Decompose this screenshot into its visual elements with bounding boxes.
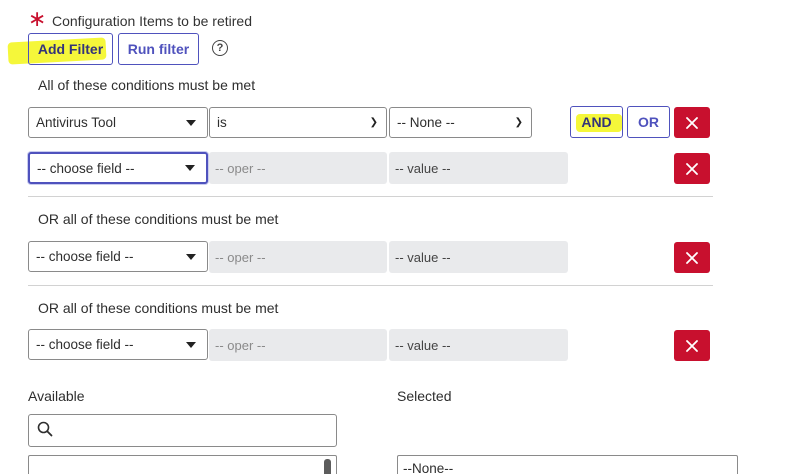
delete-condition-button[interactable] — [674, 242, 710, 273]
field-select-value: -- choose field -- — [36, 249, 134, 264]
question-circle-icon[interactable]: ? — [212, 40, 228, 56]
close-icon — [686, 162, 698, 175]
available-list[interactable] — [28, 455, 337, 474]
field-select[interactable]: -- choose field -- — [28, 329, 208, 360]
divider — [28, 285, 713, 286]
delete-condition-button[interactable] — [674, 330, 710, 361]
selected-label: Selected — [397, 388, 452, 404]
field-select-value: Antivirus Tool — [36, 115, 117, 130]
or-button[interactable]: OR — [627, 106, 670, 138]
value-select[interactable]: -- None -- ❯ — [389, 107, 532, 138]
operator-select[interactable]: is ❯ — [209, 107, 387, 138]
operator-select-value: is — [217, 115, 227, 130]
close-icon — [686, 339, 698, 352]
value-field-disabled: -- value -- — [389, 329, 568, 361]
operator-field-disabled: -- oper -- — [209, 329, 387, 361]
field-select[interactable]: -- choose field -- — [28, 152, 208, 184]
delete-condition-button[interactable] — [674, 107, 710, 138]
caret-down-icon — [186, 253, 196, 260]
caret-down-icon — [186, 119, 196, 126]
run-filter-button[interactable]: Run filter — [118, 33, 199, 65]
caret-down-icon — [186, 341, 196, 348]
condition-group-heading: All of these conditions must be met — [38, 77, 256, 93]
value-field-disabled: -- value -- — [389, 152, 568, 184]
delete-condition-button[interactable] — [674, 153, 710, 184]
chevron-down-icon: ❯ — [514, 116, 523, 128]
available-search-input[interactable] — [28, 414, 337, 447]
and-button[interactable]: AND — [570, 106, 623, 138]
page-title: Configuration Items to be retired — [52, 13, 252, 29]
field-select-value: -- choose field -- — [36, 337, 134, 352]
value-select-value: -- None -- — [397, 115, 455, 130]
value-field-disabled: -- value -- — [389, 241, 568, 273]
chevron-down-icon: ❯ — [369, 116, 378, 128]
close-icon — [686, 116, 698, 129]
search-icon — [37, 421, 53, 437]
field-select-value: -- choose field -- — [37, 160, 135, 176]
scrollbar-thumb[interactable] — [324, 459, 331, 474]
caret-down-icon — [185, 165, 195, 171]
available-label: Available — [28, 388, 85, 404]
list-item[interactable]: --None-- — [403, 461, 453, 474]
condition-group-heading: OR all of these conditions must be met — [38, 211, 279, 227]
operator-field-disabled: -- oper -- — [209, 241, 387, 273]
field-select[interactable]: -- choose field -- — [28, 241, 208, 272]
field-select[interactable]: Antivirus Tool — [28, 107, 208, 138]
condition-group-heading: OR all of these conditions must be met — [38, 300, 279, 316]
close-icon — [686, 251, 698, 264]
add-filter-button[interactable]: Add Filter — [28, 33, 113, 65]
divider — [28, 196, 713, 197]
operator-field-disabled: -- oper -- — [209, 152, 387, 184]
required-marker: ∗ — [28, 7, 47, 32]
